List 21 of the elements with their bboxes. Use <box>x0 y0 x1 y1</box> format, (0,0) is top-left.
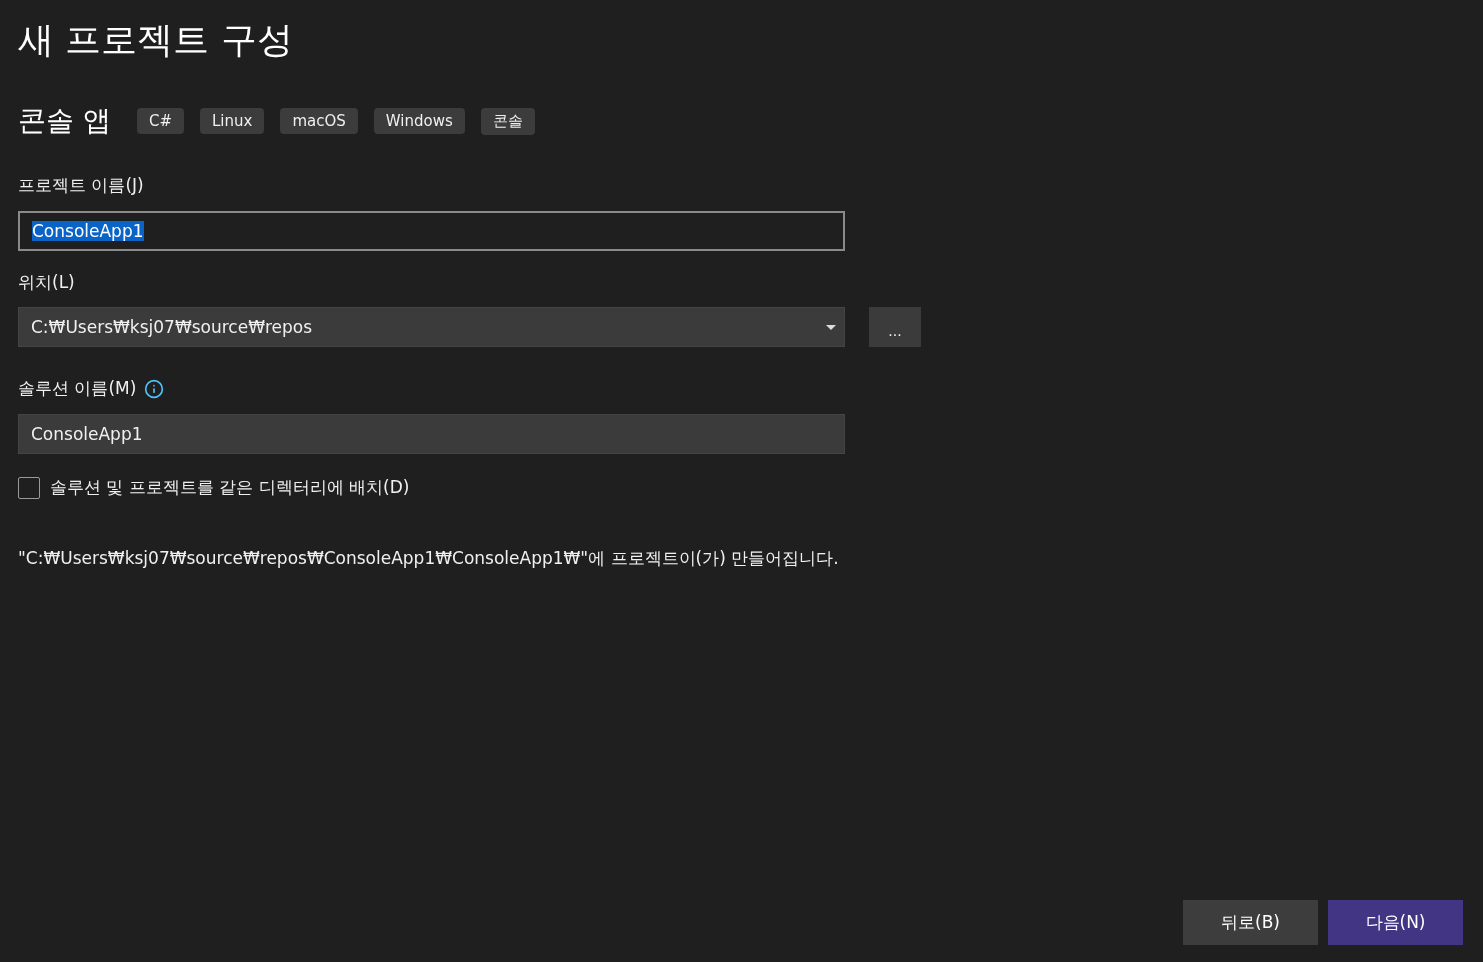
location-dropdown[interactable]: C:₩Users₩ksj07₩source₩repos <box>18 307 845 347</box>
solution-name-field[interactable]: ConsoleApp1 <box>18 414 845 454</box>
caret-icon <box>826 325 836 331</box>
field-label: 솔루션 이름(M) <box>18 377 137 400</box>
info-icon[interactable] <box>144 378 165 399</box>
field-label: 위치(L) <box>18 271 75 294</box>
project-name-field[interactable]: ConsoleApp1 <box>18 211 845 251</box>
page-title: 새 프로젝트 구성 <box>18 18 294 62</box>
browse-button[interactable]: ... <box>869 307 921 347</box>
template-tag: C# <box>136 108 184 134</box>
template-tag: 콘솔 <box>480 107 535 135</box>
summary-text: "C:₩Users₩ksj07₩source₩repos₩ConsoleApp1₩ConsoleApp1₩"에 프로젝트이(가) 만들어집니다. <box>18 547 840 570</box>
template-tag: macOS <box>280 108 358 134</box>
template-tag: Windows <box>373 108 465 134</box>
back-button[interactable]: 뒤로(B) <box>1183 900 1318 945</box>
checkbox[interactable] <box>18 476 40 499</box>
template-name: 콘솔 앱 <box>18 103 111 139</box>
field-label: 프로젝트 이름(J) <box>18 174 144 197</box>
template-tag: Linux <box>199 108 265 134</box>
checkbox-label: 솔루션 및 프로젝트를 같은 디렉터리에 배치(D) <box>50 476 410 499</box>
next-button[interactable]: 다음(N) <box>1328 900 1463 945</box>
